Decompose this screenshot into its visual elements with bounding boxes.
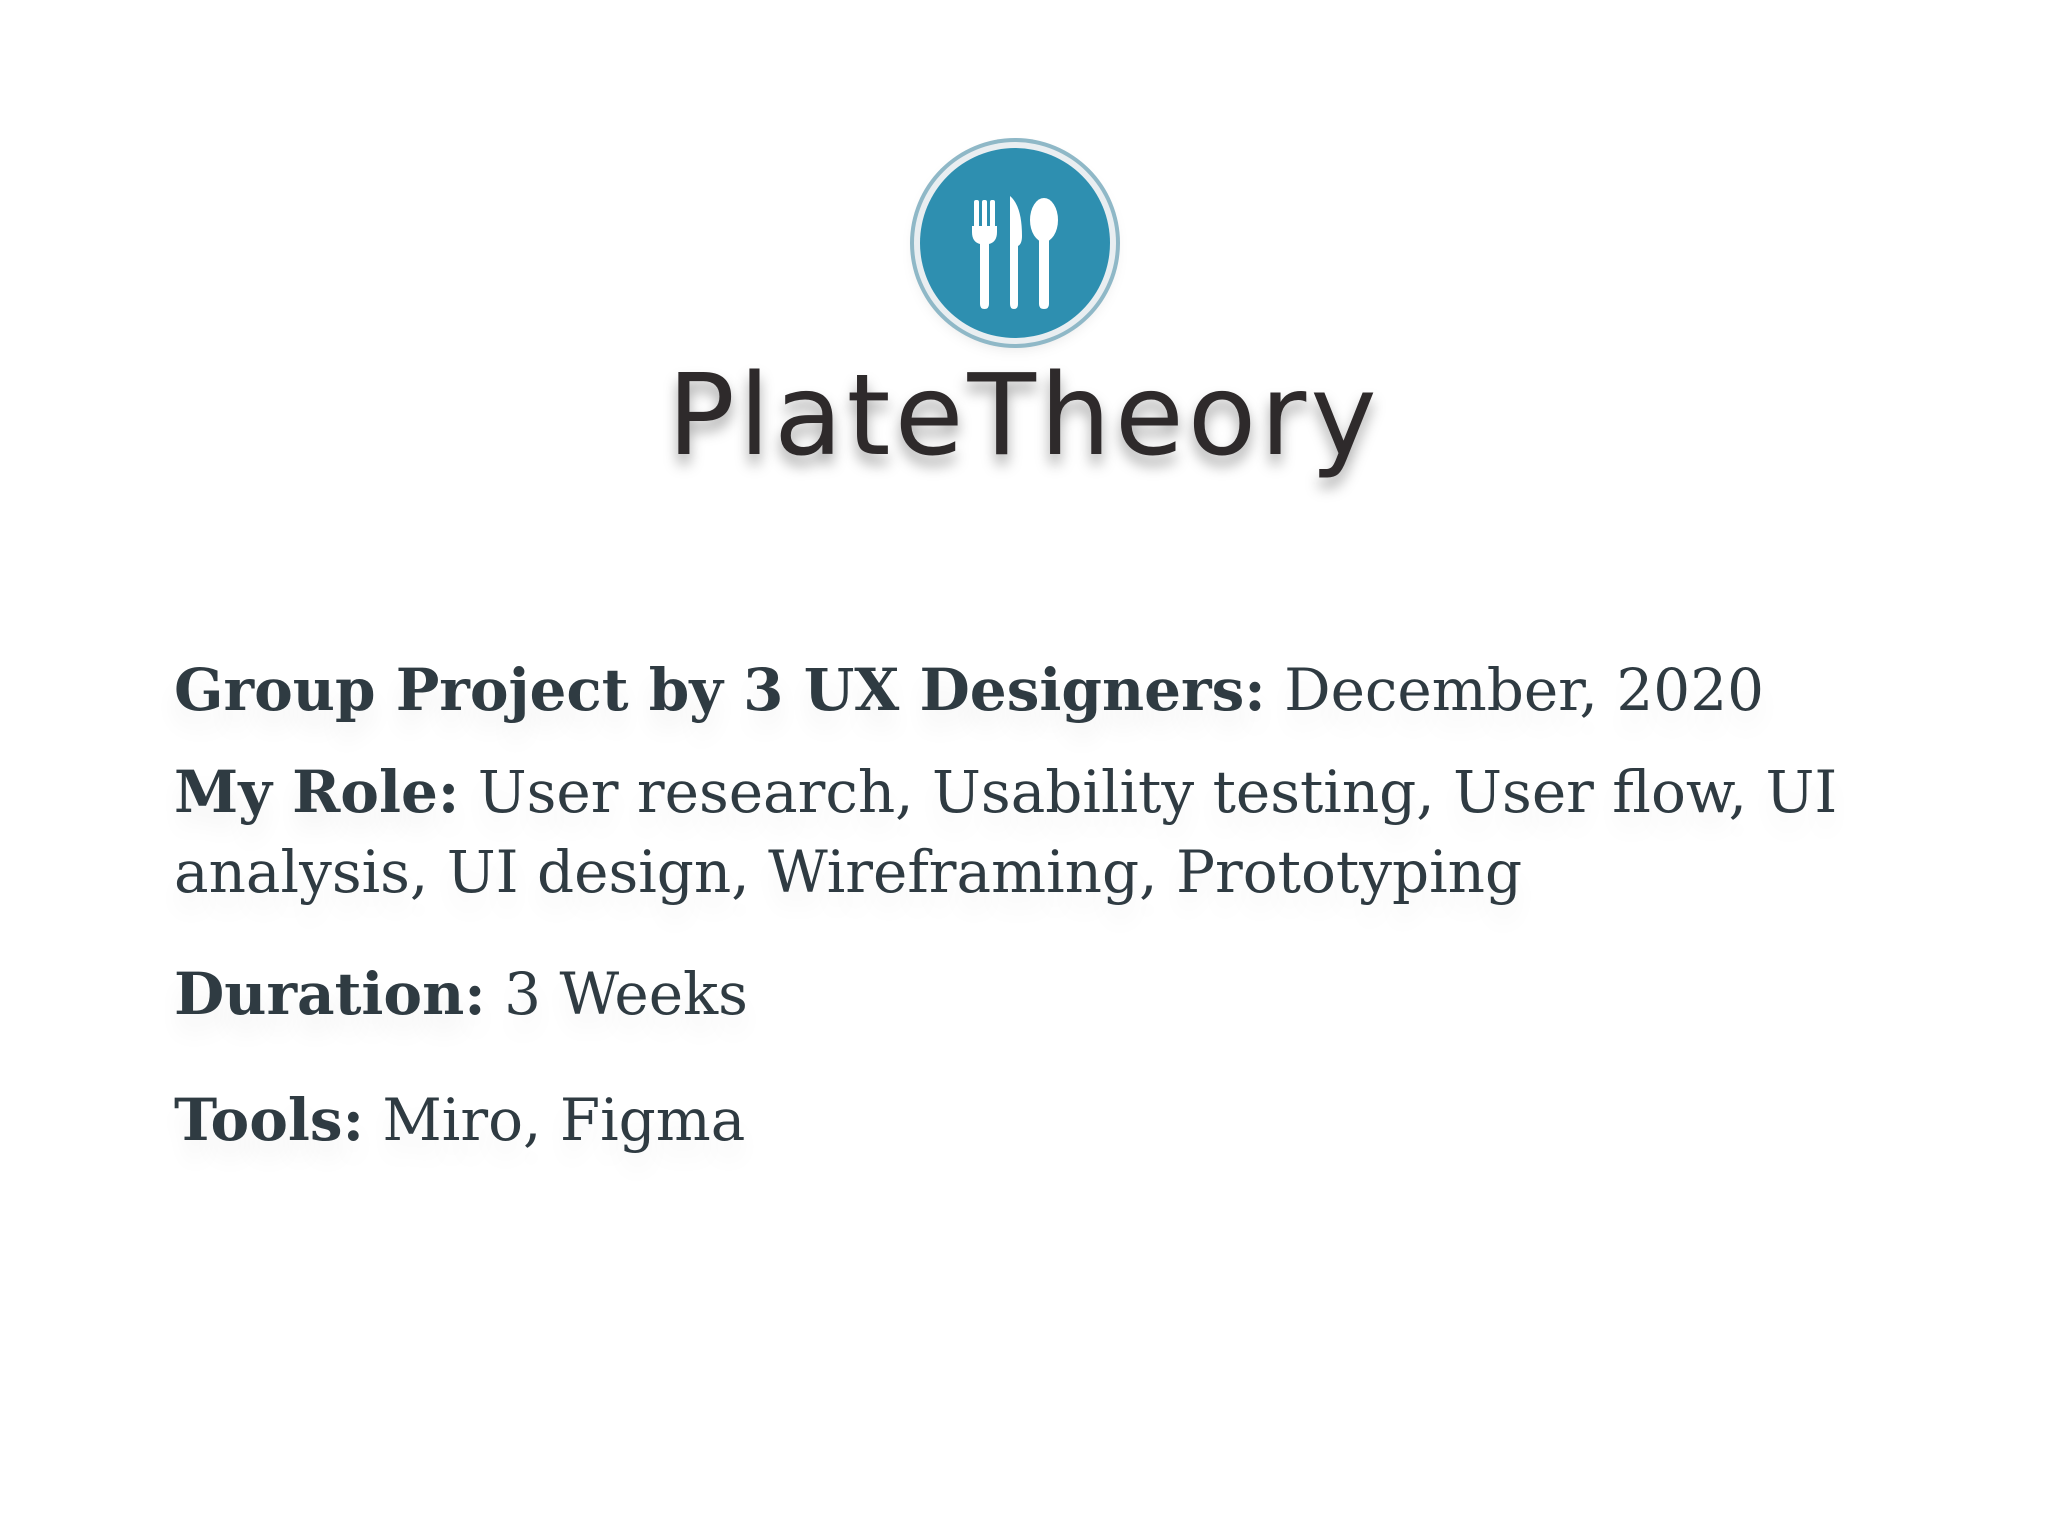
group-project-row: Group Project by 3 UX Designers: Decembe…	[174, 650, 1854, 730]
duration-row: Duration: 3 Weeks	[174, 954, 1854, 1034]
tools-row: Tools: Miro, Figma	[174, 1080, 1854, 1160]
group-project-label: Group Project by 3 UX Designers:	[174, 656, 1266, 724]
logo-wordmark: PlateTheory	[667, 351, 1381, 481]
fork-knife-spoon-icon	[972, 196, 1058, 309]
role-label: My Role:	[174, 758, 460, 826]
role-row: My Role: User research, Usability testin…	[174, 752, 1854, 912]
tools-value: Miro, Figma	[382, 1086, 746, 1154]
plate-theory-logo: PlateTheory	[0, 0, 2048, 540]
logo-emblem	[920, 148, 1110, 338]
tools-label: Tools:	[174, 1086, 364, 1154]
duration-value: 3 Weeks	[504, 960, 748, 1028]
duration-label: Duration:	[174, 960, 486, 1028]
group-project-value: December, 2020	[1284, 656, 1764, 724]
project-details: Group Project by 3 UX Designers: Decembe…	[174, 650, 1854, 1160]
